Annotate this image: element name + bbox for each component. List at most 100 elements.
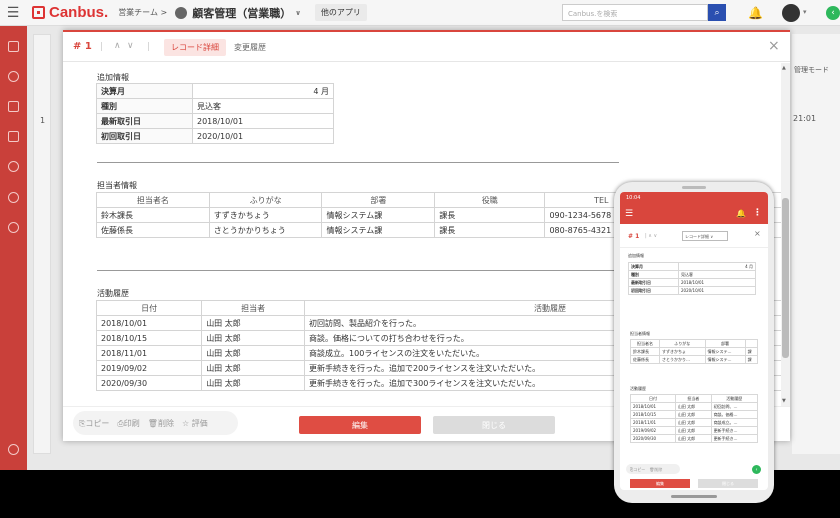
kv-row: 種別 見込客 [96,98,334,114]
phone-view-select[interactable]: レコード詳細 ∨ [682,231,728,241]
kv-key: 決算月 [628,262,679,271]
scroll-down-icon[interactable]: ▼ [782,398,786,404]
next-record-icon[interactable]: ∨ [127,41,134,51]
table-cell: 鈴木課長 [96,207,210,223]
modal-scrollbar[interactable]: ▲ ▼ [781,63,790,406]
kv-value: 2018/10/01 [678,278,756,287]
gear-icon[interactable] [8,222,19,233]
table-row: 2020/09/30 山田 太郎 更新手続き… [630,434,759,443]
phone-section-additional: 追加情報 [628,253,644,258]
help-icon[interactable] [8,444,19,455]
search-input[interactable]: Canbus.を検索 [562,4,708,21]
kv-value: 2018/10/01 [192,113,334,129]
close-icon[interactable]: × [754,229,761,238]
column-header: ふりがな [658,339,706,348]
collapse-icon[interactable]: ‹ [826,6,840,20]
table-cell: 2018/10/15 [630,410,676,419]
table-cell: さとうかかりちょう [208,222,323,238]
table-cell: 商談。価格… [710,410,759,419]
table-row: 2018/10/01 山田 太郎 初回訪問、… [630,402,759,411]
phone-app-bar: ☰ 🔔 ⋮ [620,204,768,224]
phone-edit-button[interactable]: 編集 [630,479,690,488]
app-logo[interactable]: Canbus. [32,4,108,21]
kv-value: 見込客 [678,270,756,279]
app-title-text: 顧客管理（営業職） [192,6,292,20]
kv-value: 2020/10/01 [192,128,334,144]
background-row-number: 1 [40,116,46,125]
table-cell: 山田 太郎 [674,402,712,411]
table-cell: 2018/11/01 [630,418,676,427]
app-title[interactable]: 顧客管理（営業職） ∨ [175,5,301,21]
table-cell: 山田 太郎 [674,410,712,419]
table-cell: 課 [744,347,759,356]
kv-value: 4 月 [192,83,334,99]
kv-key: 初回取引日 [628,286,679,295]
chart-icon[interactable] [8,101,19,112]
prev-record-icon[interactable]: ∧ [114,41,121,51]
bell-icon[interactable]: 🔔 [736,209,746,218]
collapse-icon[interactable]: ‹ [752,465,761,474]
calendar-icon[interactable] [8,131,19,142]
table-cell: 佐藤係長 [630,355,660,364]
chevron-down-icon: ∨ [295,8,301,17]
phone-close-button[interactable]: 閉じる [698,479,758,488]
tab-record-detail[interactable]: レコード詳細 [164,39,226,56]
table-cell: 2019/09/02 [630,426,676,435]
column-header [744,339,759,348]
section-title-contacts: 担当者情報 [97,181,137,190]
table-cell: 情報システム課 [321,222,436,238]
table-cell: 山田 太郎 [674,434,712,443]
edit-button[interactable]: 編集 [299,416,421,434]
phone-contacts-table: 担当者名 ふりがな 部署 鈴木課長 すずきかちょ 情報システ… 課佐藤係長 さとうかかり… 情… [630,339,759,364]
record-tools[interactable]: ⎘コピー ⎙印刷 🗑削除 ☆ 評価 [73,411,238,435]
phone-record-nav[interactable]: | ∧ ∨ [645,233,657,239]
table-cell: 更新手続き… [710,434,759,443]
table-cell: 2018/10/01 [95,315,203,331]
table-cell: 山田 太郎 [201,330,306,346]
bell-icon[interactable]: 🔔 [748,6,763,20]
hamburger-menu-icon[interactable]: ☰ [0,0,26,26]
table-cell: 2018/10/15 [95,330,203,346]
other-apps-button[interactable]: 他のアプリ [314,4,367,21]
table-cell: 更新手続き… [710,426,759,435]
table-cell: 山田 太郎 [201,315,306,331]
user-avatar[interactable] [782,4,800,22]
modal-header: # 1 | ∧ ∨ | レコード詳細 変更履歴 × [63,30,790,62]
table-cell: 2020/09/30 [95,375,203,391]
kv-value: 見込客 [192,98,334,114]
table-cell: 初回訪問、… [710,402,759,411]
table-cell: 情報システ… [704,347,746,356]
column-header: 役職 [434,192,546,208]
network-icon[interactable] [8,161,19,172]
tab-change-history[interactable]: 変更履歴 [234,42,266,53]
kv-row: 種別 見込客 [628,270,756,279]
hamburger-menu-icon[interactable]: ☰ [625,209,633,219]
scrollbar-thumb[interactable] [782,198,789,358]
column-header: 担当者名 [630,339,660,348]
kv-key: 最新取引日 [96,113,193,129]
clock-icon[interactable] [8,192,19,203]
phone-status-time: 10:04 [620,192,768,204]
table-row: 2019/09/02 山田 太郎 更新手続き… [630,426,759,435]
more-options-icon[interactable]: ⋮ [753,208,762,218]
phone-section-contacts: 担当者情報 [630,331,650,336]
record-number: # 1 [73,41,92,52]
table-cell: 山田 太郎 [201,375,306,391]
phone-section-activities: 活動履歴 [630,386,646,391]
close-button[interactable]: 閉じる [433,416,555,434]
divider: | [100,42,104,52]
chevron-down-icon[interactable]: ▾ [803,8,807,16]
dashboard-icon[interactable] [8,41,19,52]
table-cell: 商談成立。… [710,418,759,427]
table-cell: 2020/09/30 [630,434,676,443]
divider [97,162,619,163]
phone-record-tools[interactable]: ⎘コピー 🗑削除 [626,464,680,474]
user-avatar-icon [175,6,188,19]
scroll-up-icon[interactable]: ▲ [782,65,786,71]
logo-mark-icon [32,6,45,19]
phone-record-header: # 1 | ∧ ∨ レコード詳細 ∨ × [620,224,768,248]
close-icon[interactable]: × [768,38,780,54]
database-icon[interactable] [8,71,19,82]
search-icon[interactable]: ⌕ [708,4,726,21]
breadcrumb[interactable]: 営業チーム > [118,7,167,18]
